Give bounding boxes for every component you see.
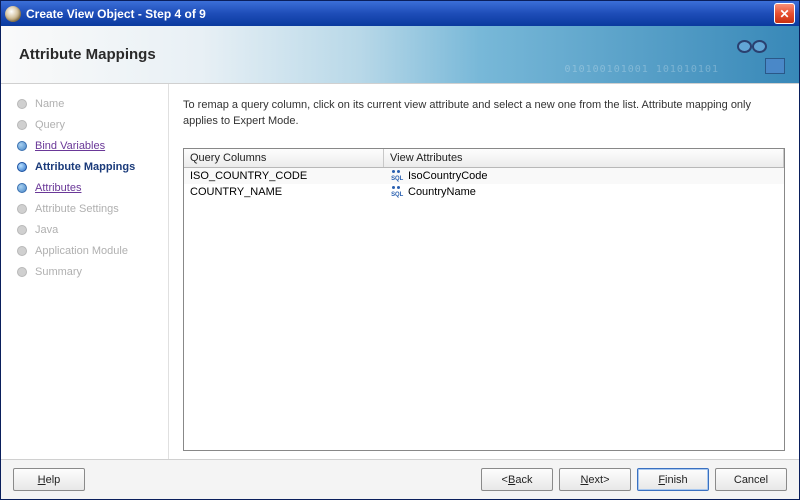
- banner-art: [735, 36, 785, 74]
- mapping-table: Query Columns View Attributes ISO_COUNTR…: [183, 148, 785, 451]
- title-bar: Create View Object - Step 4 of 9 ✕: [1, 1, 799, 26]
- content-panel: To remap a query column, click on its cu…: [169, 84, 799, 459]
- step-dot-icon: [17, 225, 27, 235]
- window-title: Create View Object - Step 4 of 9: [26, 7, 774, 21]
- step-dot-icon: [17, 141, 27, 151]
- step-label: Query: [35, 119, 65, 131]
- table-header: Query Columns View Attributes: [184, 149, 784, 168]
- banner-title: Attribute Mappings: [19, 46, 156, 63]
- wizard-step-summary: Summary: [17, 266, 160, 278]
- step-label: Application Module: [35, 245, 128, 257]
- instruction-text: To remap a query column, click on its cu…: [183, 98, 785, 130]
- view-attribute-text: CountryName: [408, 186, 476, 198]
- step-label: Bind Variables: [35, 140, 105, 152]
- column-header-query[interactable]: Query Columns: [184, 149, 384, 167]
- help-button[interactable]: Help: [13, 468, 85, 491]
- banner: Attribute Mappings 010100101001 10101010…: [1, 26, 799, 84]
- step-dot-icon: [17, 267, 27, 277]
- main-area: Name Query Bind Variables Attribute Mapping…: [1, 84, 799, 459]
- wizard-step-application-module: Application Module: [17, 245, 160, 257]
- glasses-icon: [737, 38, 767, 52]
- wizard-step-attributes[interactable]: Attributes: [17, 182, 160, 194]
- step-dot-icon: [17, 99, 27, 109]
- step-label: Java: [35, 224, 58, 236]
- sql-attribute-icon: [390, 186, 404, 198]
- wizard-step-java: Java: [17, 224, 160, 236]
- next-button[interactable]: Next >: [559, 468, 631, 491]
- wizard-step-bind-variables[interactable]: Bind Variables: [17, 140, 160, 152]
- query-column-cell[interactable]: ISO_COUNTRY_CODE: [184, 168, 384, 184]
- wizard-step-attribute-mappings[interactable]: Attribute Mappings: [17, 161, 160, 173]
- table-row: COUNTRY_NAME CountryName: [184, 184, 784, 200]
- back-button[interactable]: < Back: [481, 468, 553, 491]
- step-label: Attribute Settings: [35, 203, 119, 215]
- step-label: Attribute Mappings: [35, 161, 135, 173]
- view-attribute-cell[interactable]: CountryName: [384, 184, 784, 200]
- box-icon: [765, 58, 785, 74]
- step-dot-icon: [17, 246, 27, 256]
- close-icon: ✕: [779, 7, 789, 21]
- view-attribute-text: IsoCountryCode: [408, 170, 488, 182]
- table-row: ISO_COUNTRY_CODE IsoCountryCode: [184, 168, 784, 184]
- wizard-window: Create View Object - Step 4 of 9 ✕ Attri…: [0, 0, 800, 500]
- wizard-step-name: Name: [17, 98, 160, 110]
- app-icon: [5, 6, 21, 22]
- sql-attribute-icon: [390, 170, 404, 182]
- column-header-view-attr[interactable]: View Attributes: [384, 149, 784, 167]
- view-attribute-cell[interactable]: IsoCountryCode: [384, 168, 784, 184]
- query-column-cell[interactable]: COUNTRY_NAME: [184, 184, 384, 200]
- wizard-steps-sidebar: Name Query Bind Variables Attribute Mapping…: [1, 84, 169, 459]
- step-label: Attributes: [35, 182, 81, 194]
- step-label: Name: [35, 98, 64, 110]
- wizard-step-attribute-settings: Attribute Settings: [17, 203, 160, 215]
- step-dot-icon: [17, 120, 27, 130]
- cancel-button[interactable]: Cancel: [715, 468, 787, 491]
- step-dot-icon: [17, 183, 27, 193]
- finish-button[interactable]: Finish: [637, 468, 709, 491]
- step-dot-icon: [17, 204, 27, 214]
- wizard-step-query: Query: [17, 119, 160, 131]
- step-label: Summary: [35, 266, 82, 278]
- banner-decoration-digits: 010100101001 101010101: [565, 64, 719, 75]
- step-dot-icon: [17, 162, 27, 172]
- close-button[interactable]: ✕: [774, 3, 795, 24]
- footer-bar: Help < Back Next > Finish Cancel: [1, 459, 799, 499]
